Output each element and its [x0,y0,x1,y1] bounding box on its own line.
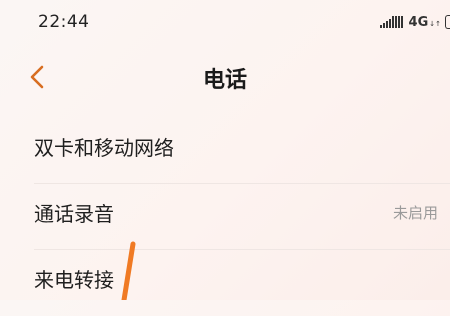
status-time: 22:44 [38,12,90,32]
header: 电话 [0,52,450,100]
network-type-label: 4G [408,14,429,30]
setting-call-forwarding[interactable]: 来电转接 [0,250,450,316]
setting-dual-sim-network[interactable]: 双卡和移动网络 [0,118,450,184]
page-title: 电话 [202,68,247,93]
network-activity-icon: ↓↑ [429,20,441,28]
setting-call-recording[interactable]: 通话录音 未启用 [0,184,450,250]
setting-label: 双卡和移动网络 [34,136,174,160]
setting-label: 来电转接 [34,268,114,292]
status-icons: 4G ↓↑ [379,13,450,31]
signal-icon [379,16,403,28]
status-bar: 22:44 4G ↓↑ [0,0,450,44]
settings-list: 双卡和移动网络 通话录音 未启用 来电转接 [0,118,450,316]
battery-icon [445,15,450,29]
setting-status: 未启用 [392,204,438,222]
setting-label: 通话录音 [34,202,114,226]
